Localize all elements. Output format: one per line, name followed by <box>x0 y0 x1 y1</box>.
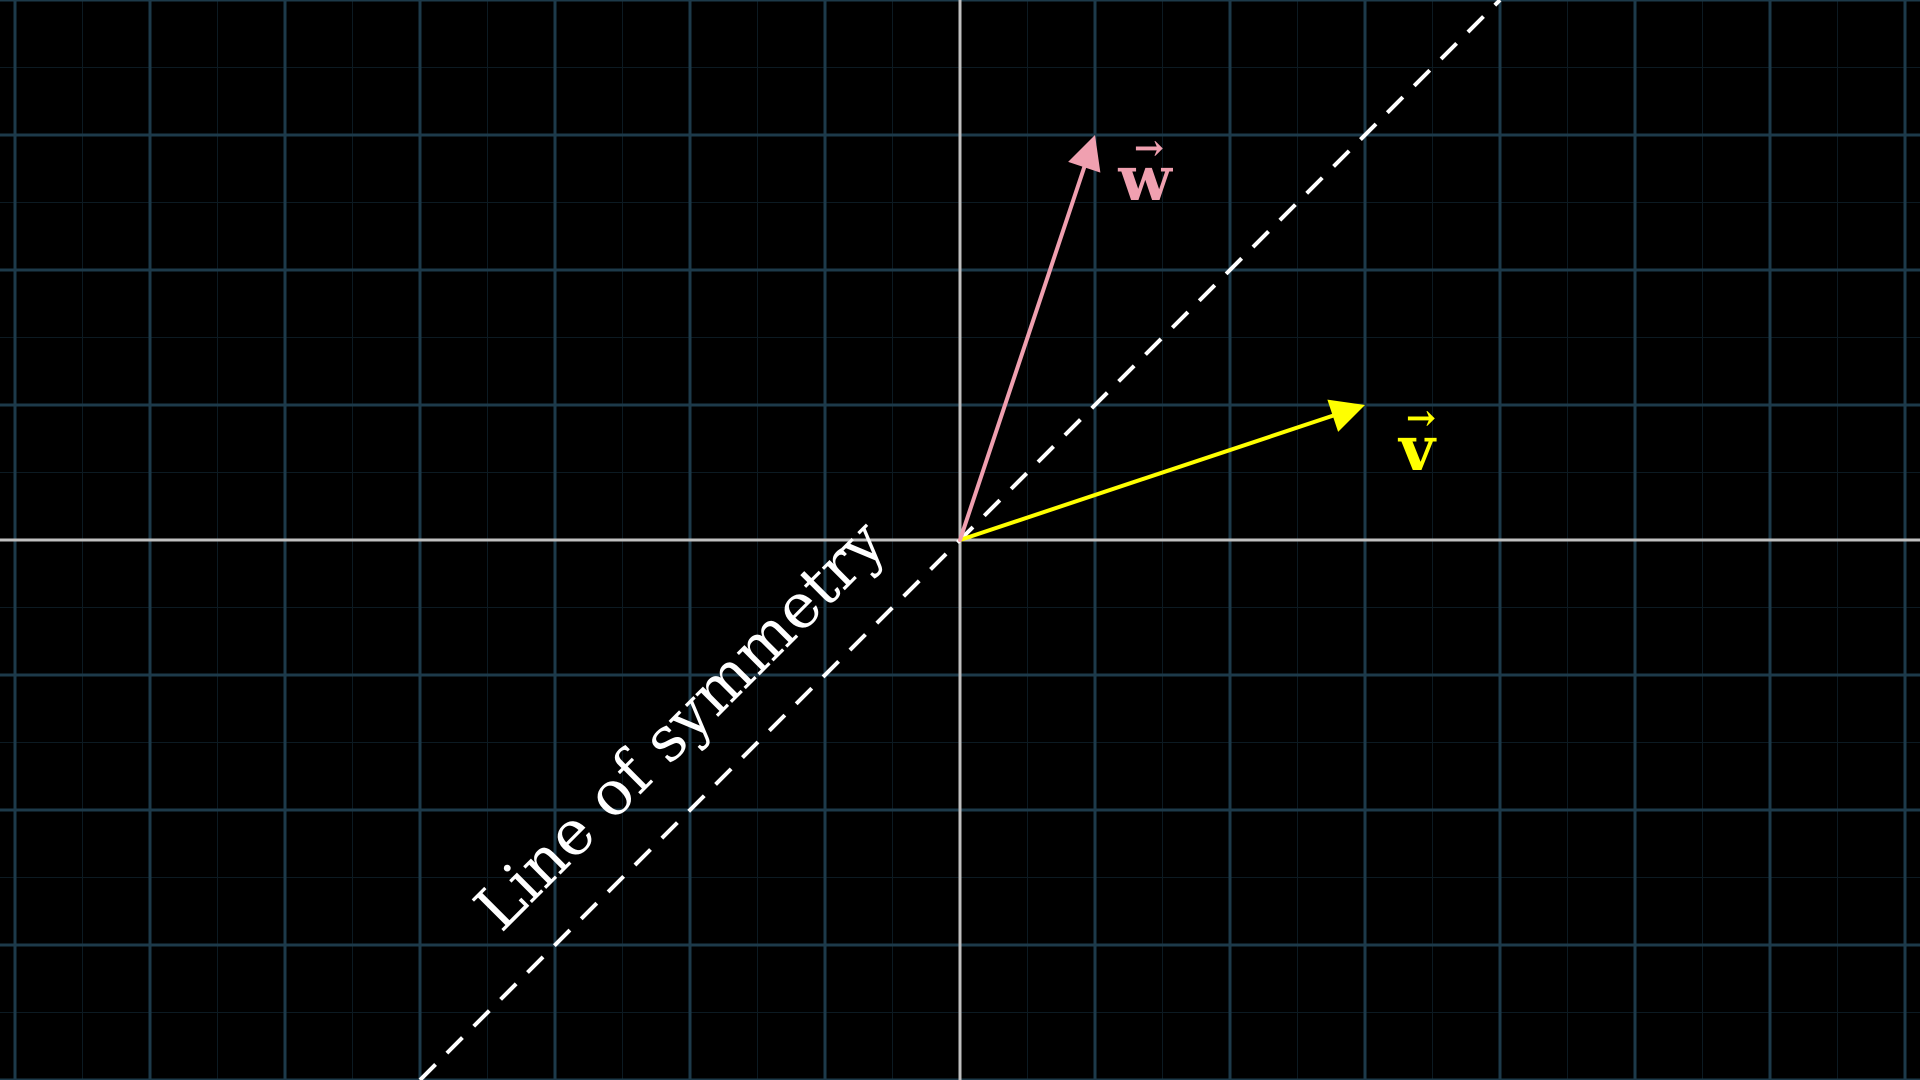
coordinate-plane-diagram: v→w→ Line of symmetry <box>0 0 1920 1080</box>
vector-v-arrow-accent: → <box>1406 397 1436 439</box>
vector-w-arrow-accent: → <box>1134 127 1164 169</box>
